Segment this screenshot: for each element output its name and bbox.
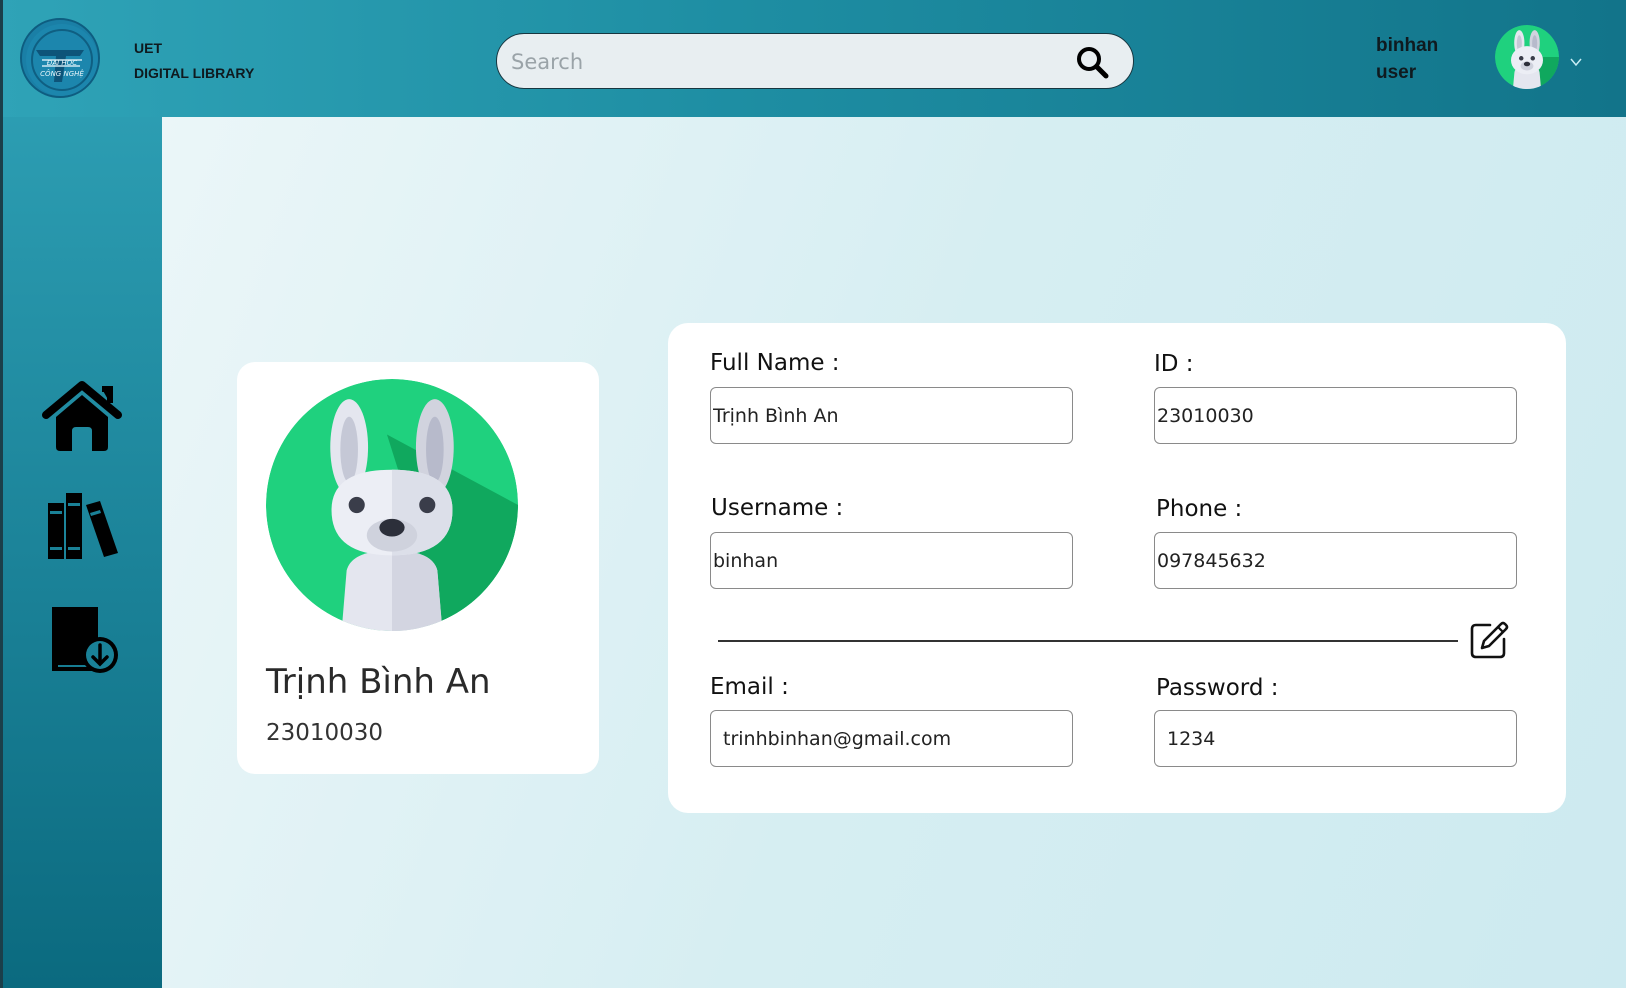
uet-logo[interactable]: ĐẠI HỌC CÔNG NGHỆ <box>20 18 100 98</box>
username-field[interactable] <box>710 532 1073 589</box>
email-label: Email : <box>710 674 789 700</box>
id-label: ID : <box>1154 351 1194 377</box>
password-label: Password : <box>1156 675 1279 701</box>
user-name: binhan <box>1376 35 1439 56</box>
search-input[interactable] <box>509 44 1053 80</box>
profile-card: Trịnh Bình An 23010030 <box>237 362 599 774</box>
search-icon[interactable] <box>1075 45 1109 79</box>
profile-id: 23010030 <box>266 720 384 746</box>
phone-field[interactable] <box>1154 532 1517 589</box>
svg-text:CÔNG NGHỆ: CÔNG NGHỆ <box>40 69 84 78</box>
account-details-card: Full Name : ID : Username : Phone : Emai… <box>668 323 1566 813</box>
full-name-field[interactable] <box>710 387 1073 444</box>
sidebar <box>0 117 162 988</box>
svg-text:ĐẠI HỌC: ĐẠI HỌC <box>47 59 77 67</box>
profile-avatar <box>266 379 518 631</box>
profile-name: Trịnh Bình An <box>266 662 491 702</box>
brand-line-2: DIGITAL LIBRARY <box>134 65 255 81</box>
full-name-label: Full Name : <box>710 350 840 376</box>
chevron-down-icon[interactable] <box>1570 52 1582 67</box>
email-field[interactable] <box>710 710 1073 767</box>
user-avatar[interactable] <box>1495 25 1559 89</box>
phone-label: Phone : <box>1156 496 1243 522</box>
edit-icon[interactable] <box>1468 619 1510 661</box>
book-download-icon[interactable] <box>42 601 122 677</box>
password-field[interactable] <box>1154 710 1517 767</box>
books-icon[interactable] <box>42 489 122 565</box>
brand-name: UET DIGITAL LIBRARY <box>134 36 254 86</box>
search-bar <box>496 33 1134 89</box>
home-icon[interactable] <box>42 379 122 455</box>
brand-line-1: UET <box>134 40 162 56</box>
username-label: Username : <box>711 495 844 521</box>
id-field[interactable] <box>1154 387 1517 444</box>
user-info: binhan user <box>1376 32 1438 86</box>
user-role: user <box>1376 62 1417 83</box>
divider <box>718 640 1458 642</box>
top-bar: ĐẠI HỌC CÔNG NGHỆ UET DIGITAL LIBRARY bi… <box>0 0 1626 117</box>
window-edge <box>0 0 3 988</box>
